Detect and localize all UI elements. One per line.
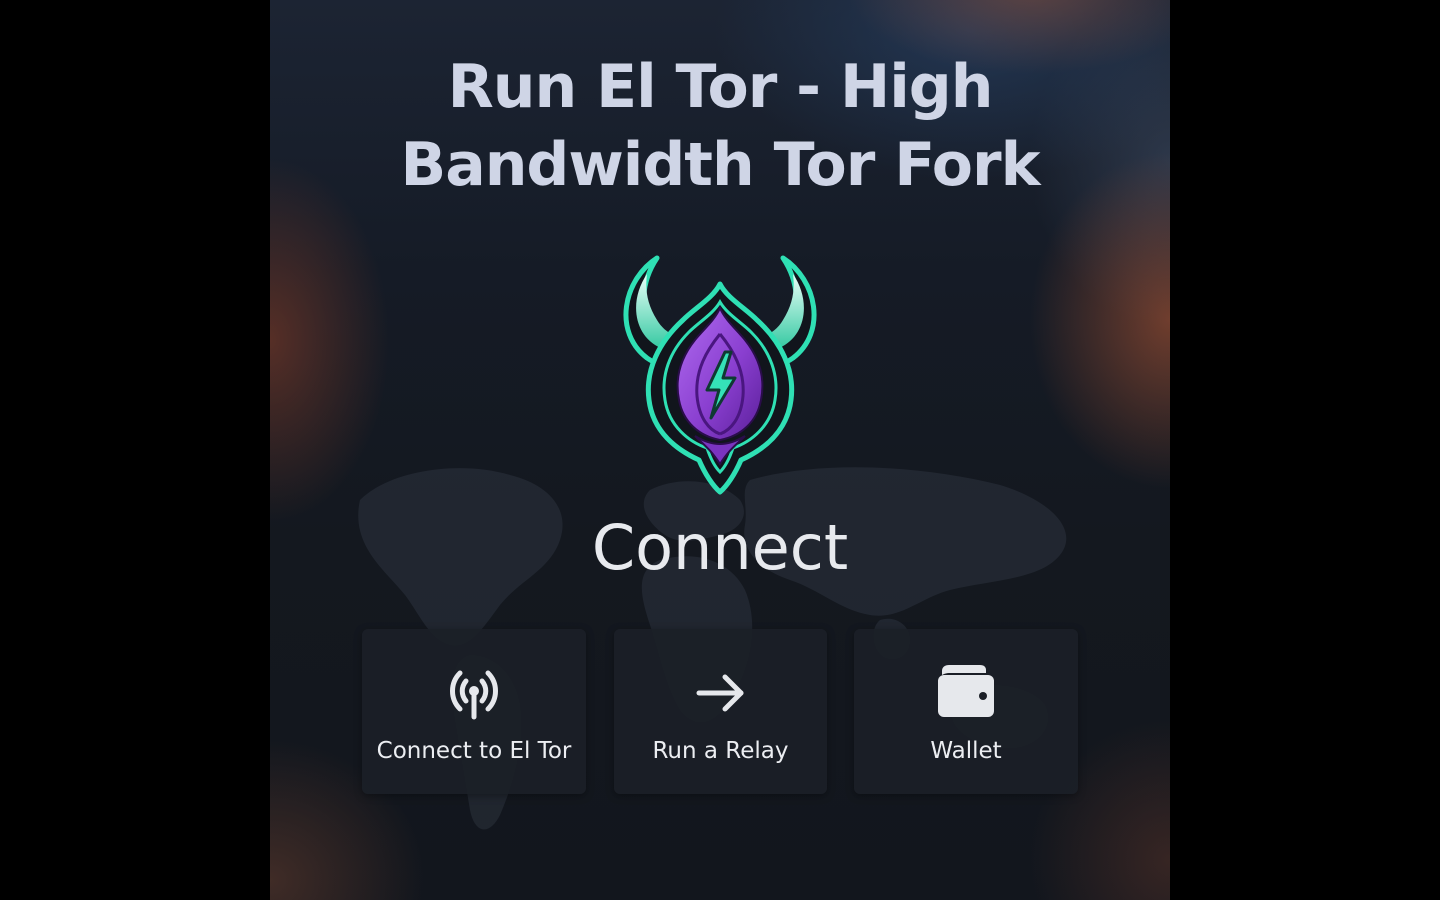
wallet-label: Wallet [930,738,1002,764]
page-title: Run El Tor - High Bandwidth Tor Fork [270,48,1170,204]
connect-heading: Connect [591,511,849,584]
app-screen: Run El Tor - High Bandwidth Tor Fork Con… [270,0,1170,900]
letterbox-left [0,0,270,900]
page-title-line-2: Bandwidth Tor Fork [400,130,1040,200]
connect-to-el-tor-label: Connect to El Tor [376,738,572,764]
run-a-relay-button[interactable]: Run a Relay [614,629,827,794]
arrow-right-icon [696,674,743,712]
run-a-relay-label: Run a Relay [652,738,789,764]
wallet-icon [938,665,994,717]
page-title-line-1: Run El Tor - High [447,52,994,122]
el-tor-logo-icon [623,255,817,495]
letterbox-right [1170,0,1440,900]
connect-to-el-tor-button[interactable]: Connect to El Tor [362,629,586,794]
antenna-signal-icon [450,670,498,720]
wallet-button[interactable]: Wallet [854,629,1078,794]
